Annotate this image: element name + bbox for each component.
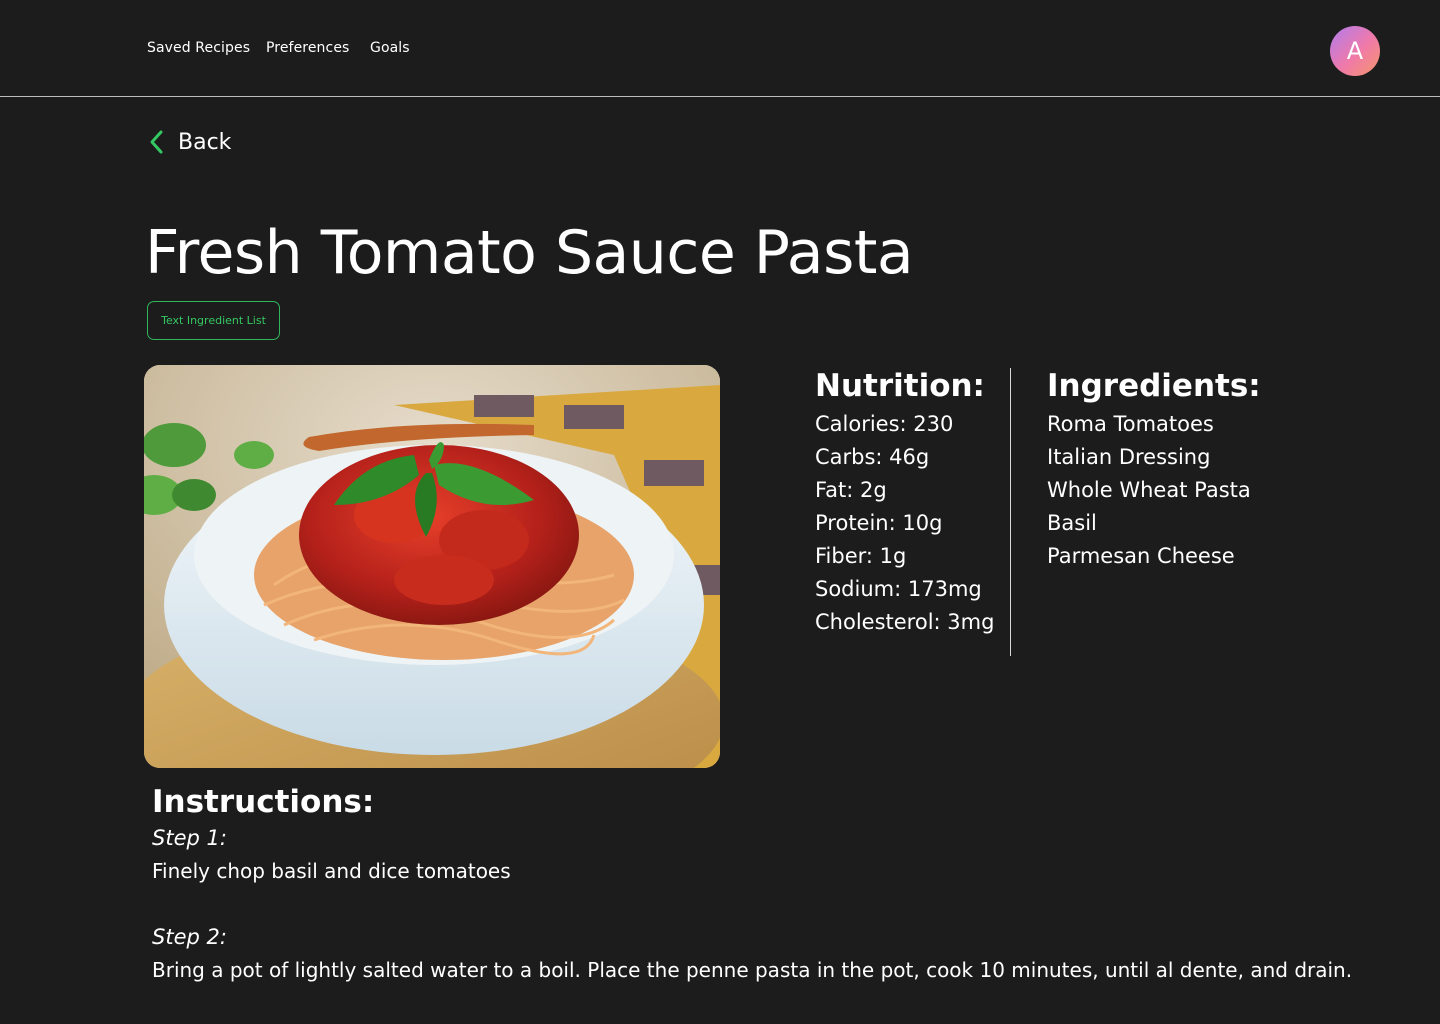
step-text: Finely chop basil and dice tomatoes — [152, 859, 511, 883]
instructions-heading: Instructions: — [152, 784, 375, 820]
step-label: Step 1: — [152, 826, 227, 850]
nutrition-panel: Nutrition: Calories: 230 Carbs: 46g Fat:… — [815, 368, 1005, 639]
nav-goals[interactable]: Goals — [370, 40, 410, 56]
nav-saved-recipes[interactable]: Saved Recipes — [147, 40, 250, 56]
chevron-left-icon — [150, 130, 163, 154]
avatar[interactable]: A — [1330, 26, 1380, 76]
recipe-title: Fresh Tomato Sauce Pasta — [145, 218, 914, 288]
nutrition-item: Cholesterol: 3mg — [815, 610, 995, 634]
nutrition-heading: Nutrition: — [815, 368, 985, 404]
instructions-section: Instructions: Step 1: Finely chop basil … — [152, 784, 1382, 1020]
top-nav-bar: Saved Recipes Preferences Goals A — [0, 0, 1440, 97]
ingredient-item: Whole Wheat Pasta — [1047, 478, 1251, 502]
instruction-step: Step 2: Bring a pot of lightly salted wa… — [152, 921, 1382, 987]
nutrition-item: Fiber: 1g — [815, 544, 907, 568]
ingredient-item: Basil — [1047, 511, 1097, 535]
nutrition-item: Fat: 2g — [815, 478, 887, 502]
ingredients-panel: Ingredients: Roma Tomatoes Italian Dress… — [1047, 368, 1377, 573]
nutrition-item: Sodium: 173mg — [815, 577, 982, 601]
ingredients-heading: Ingredients: — [1047, 368, 1261, 404]
ingredient-item: Italian Dressing — [1047, 445, 1211, 469]
nutrition-item: Carbs: 46g — [815, 445, 930, 469]
ingredient-item: Parmesan Cheese — [1047, 544, 1235, 568]
back-button[interactable]: Back — [147, 128, 231, 156]
nutrition-item: Calories: 230 — [815, 412, 954, 436]
instruction-step: Step 1: Finely chop basil and dice tomat… — [152, 822, 1382, 888]
column-divider — [1010, 368, 1011, 656]
nutrition-item: Protein: 10g — [815, 511, 943, 535]
recipe-photo — [144, 365, 720, 768]
ingredient-item: Roma Tomatoes — [1047, 412, 1214, 436]
step-text: Bring a pot of lightly salted water to a… — [152, 958, 1353, 982]
back-label: Back — [178, 129, 232, 155]
nav-preferences[interactable]: Preferences — [266, 40, 349, 56]
step-label: Step 2: — [152, 925, 227, 949]
text-ingredient-list-button[interactable]: Text Ingredient List — [147, 301, 280, 340]
